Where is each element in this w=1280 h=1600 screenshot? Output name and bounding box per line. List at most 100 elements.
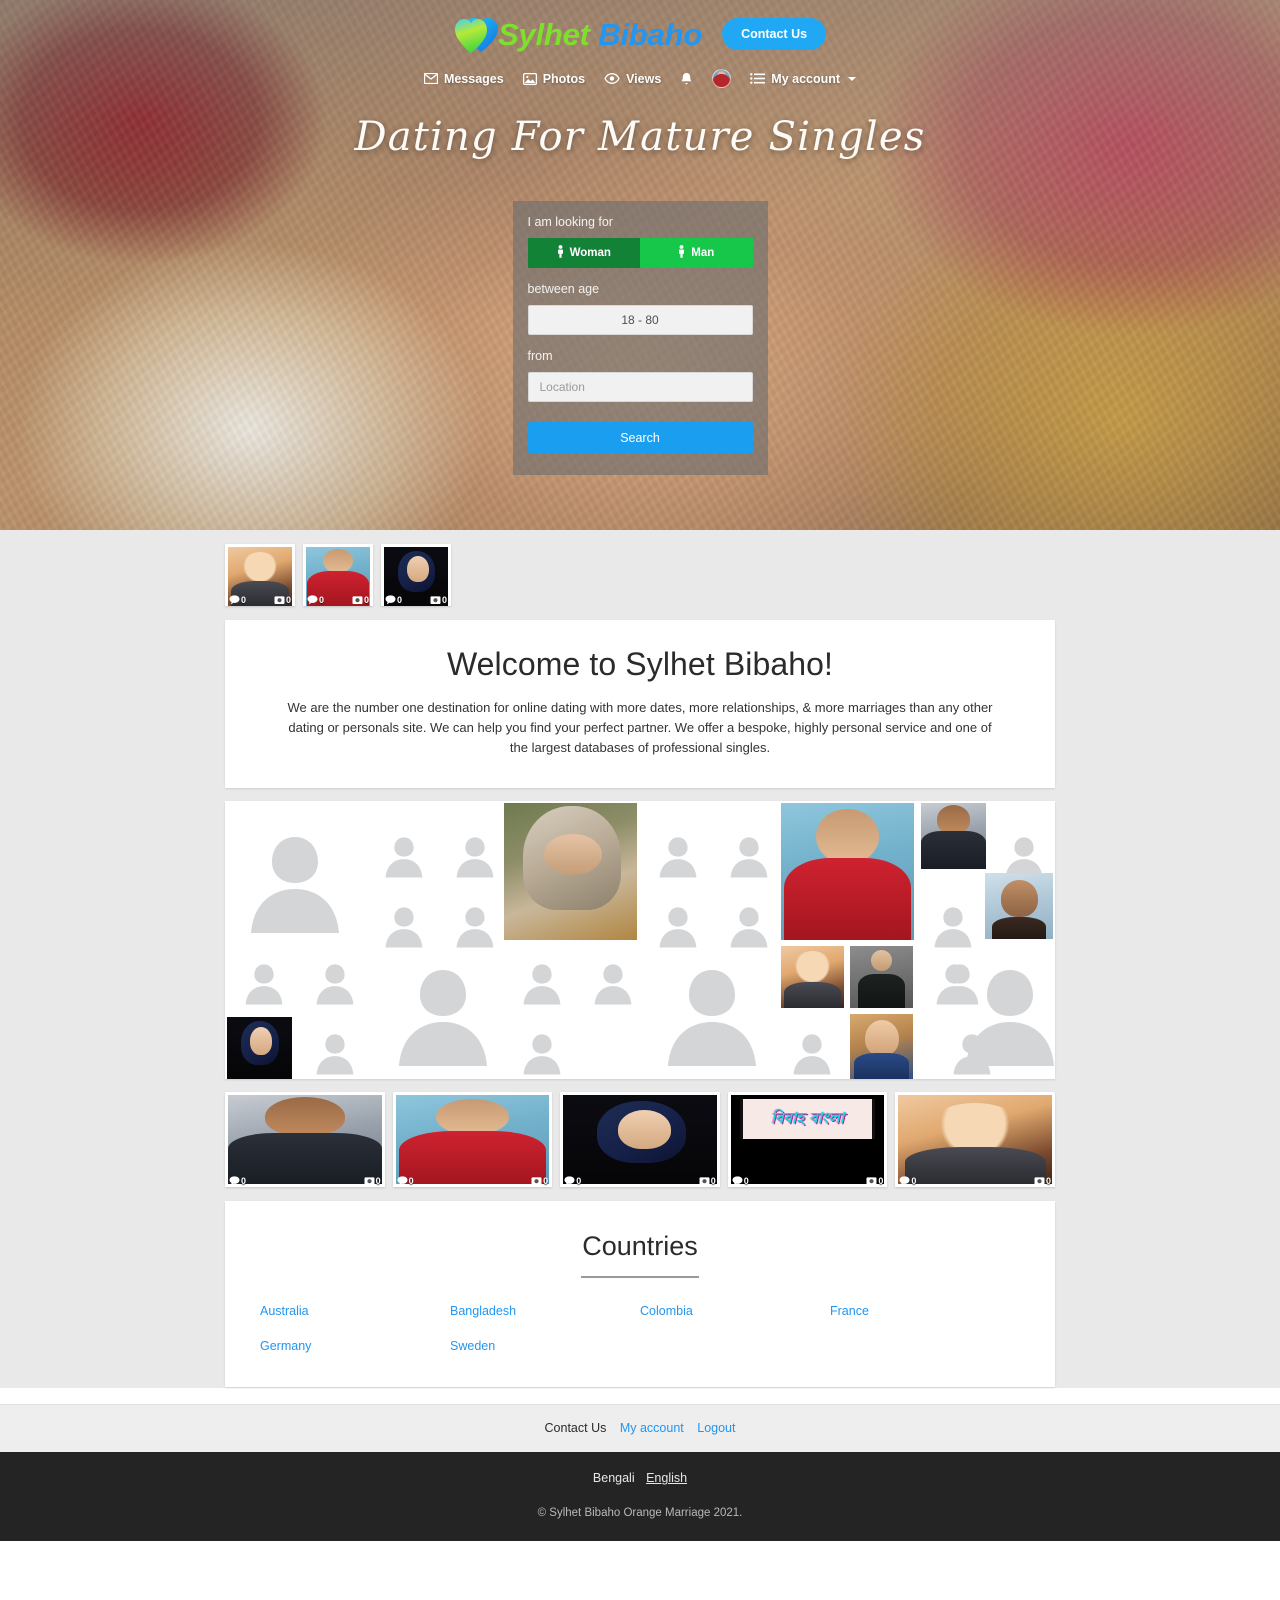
comment-count-badge: 0 (732, 1176, 749, 1186)
thumb-card[interactable]: 0 0 (225, 544, 295, 606)
welcome-paragraph: We are the number one destination for on… (287, 700, 993, 756)
photo-count-badge: 0 (531, 1176, 548, 1186)
placeholder-avatar-icon (960, 961, 1055, 1073)
photo-count: 0 (441, 595, 447, 605)
comment-count-badge: 0 (564, 1176, 581, 1186)
envelope-icon (423, 73, 438, 84)
placeholder-avatar-icon (521, 1031, 563, 1077)
chevron-down-icon (848, 76, 857, 81)
camera-icon (364, 1177, 375, 1186)
placeholder-avatar-icon (243, 961, 285, 1007)
nav-label-messages: Messages (443, 71, 504, 86)
banner-text: বিবাহ বাংলা (771, 1108, 845, 1127)
placeholder-avatar-icon (314, 961, 356, 1007)
contact-us-button[interactable]: Contact Us (722, 18, 827, 50)
welcome-card: Welcome to Sylhet Bibaho! We are the num… (225, 620, 1055, 789)
member-photo[interactable] (850, 946, 913, 1009)
member-mosaic (225, 801, 1055, 1080)
nav-item-notifications[interactable] (680, 72, 693, 86)
gender-man-button[interactable]: Man (640, 238, 753, 268)
country-link-sweden[interactable]: Sweden (450, 1339, 640, 1353)
nav-item-messages[interactable]: Messages (423, 71, 504, 86)
member-photo[interactable] (781, 946, 844, 1009)
countries-heading: Countries (582, 1231, 698, 1262)
from-label: from (527, 349, 553, 363)
country-link-australia[interactable]: Australia (260, 1304, 450, 1318)
nav-item-my-account[interactable]: My account (750, 72, 857, 86)
placeholder-avatar-icon (521, 961, 563, 1007)
welcome-heading: Welcome to Sylhet Bibaho! (446, 646, 834, 682)
photo-badges: 0 0 (228, 595, 292, 606)
user-avatar[interactable] (712, 69, 732, 88)
photo-count: 0 (878, 1176, 884, 1187)
gender-woman-label: Woman (569, 247, 611, 259)
member-photo[interactable] (985, 873, 1053, 940)
age-range-input[interactable]: 18 - 80 (527, 305, 753, 335)
language-english[interactable]: English (646, 1471, 687, 1485)
nav-item-views[interactable]: Views (604, 72, 661, 86)
photo-count-badge: 0 (699, 1176, 716, 1186)
country-link-germany[interactable]: Germany (260, 1339, 450, 1353)
thumb-card[interactable]: 0 0 (303, 544, 373, 606)
camera-icon (352, 596, 363, 604)
photo-badges: 0 0 (563, 1176, 717, 1187)
photo-badges: 0 0 (731, 1176, 885, 1187)
site-logo[interactable]: Sylhet Bibaho (454, 13, 702, 55)
copyright-text: © Sylhet Bibaho Orange Marriage 2021. (537, 1507, 743, 1520)
country-link-colombia[interactable]: Colombia (640, 1304, 830, 1318)
photo-count: 0 (1045, 1176, 1051, 1187)
photo-card[interactable]: 0 0 (560, 1092, 720, 1188)
nav-item-photos[interactable]: Photos (522, 71, 586, 86)
member-photo (228, 1095, 382, 1185)
featured-photos-row: 0 0 0 0 0 0 বিবাহ বাংলা 0 0 0 0 (225, 1092, 1055, 1188)
hamburger-icon (750, 73, 766, 84)
location-input[interactable] (527, 372, 753, 402)
photo-count-badge: 0 (430, 595, 447, 605)
comment-count: 0 (241, 1176, 247, 1187)
member-photo[interactable] (227, 1017, 292, 1080)
recent-members-strip: 0 0 0 0 0 0 (225, 530, 1055, 606)
comment-count: 0 (743, 1176, 749, 1187)
photo-count-badge: 0 (1034, 1176, 1051, 1186)
country-link-france[interactable]: France (830, 1304, 1020, 1318)
footer-links-bar: Contact Us My account Logout (0, 1404, 1280, 1453)
hero-title: Dating For Mature Singles (354, 114, 926, 160)
photo-card[interactable]: বিবাহ বাংলা 0 0 (727, 1092, 888, 1188)
thumb-card[interactable]: 0 0 (381, 544, 451, 606)
camera-icon (699, 1177, 710, 1186)
photo-card[interactable]: 0 0 (392, 1092, 553, 1188)
gender-woman-button[interactable]: Woman (527, 238, 640, 268)
nav-label-photos: Photos (542, 71, 586, 86)
camera-icon (274, 596, 285, 604)
placeholder-avatar-icon (454, 834, 496, 880)
photo-card[interactable]: 0 0 (895, 1092, 1055, 1188)
member-photo[interactable] (921, 803, 986, 870)
camera-icon (1034, 1177, 1045, 1186)
member-photo[interactable] (504, 803, 637, 941)
comment-icon (732, 1176, 743, 1186)
hero-section: Sylhet Bibaho Contact Us Messages Photos… (0, 0, 1280, 530)
heart-logo-icon (454, 13, 500, 55)
footer-link-my-account[interactable]: My account (620, 1421, 684, 1435)
photo-card[interactable]: 0 0 (225, 1092, 385, 1188)
member-photo[interactable] (850, 1014, 913, 1080)
member-photo[interactable] (781, 803, 914, 941)
gender-man-label: Man (691, 247, 715, 259)
gender-toggle-group: Woman Man (527, 238, 753, 268)
footer-link-logout[interactable]: Logout (697, 1421, 735, 1435)
camera-icon (430, 596, 441, 604)
comment-count-badge: 0 (899, 1176, 916, 1186)
main-content: 0 0 0 0 0 0 Welcome to Sylhet Bibaho! We… (0, 530, 1280, 1389)
banner-plate: বিবাহ বাংলা (740, 1099, 876, 1140)
footer-link-contact-us[interactable]: Contact Us (545, 1421, 607, 1435)
page-root: Sylhet Bibaho Contact Us Messages Photos… (0, 0, 1280, 1542)
camera-icon (531, 1177, 542, 1186)
language-bengali[interactable]: Bengali (593, 1471, 635, 1485)
photo-badges: 0 0 (228, 1176, 382, 1187)
search-button[interactable]: Search (527, 422, 753, 453)
photo-count-badge: 0 (352, 595, 369, 605)
photo-count: 0 (285, 595, 291, 605)
placeholder-avatar-icon (383, 834, 425, 880)
country-link-bangladesh[interactable]: Bangladesh (450, 1304, 640, 1318)
language-switcher: Bengali English (0, 1471, 1280, 1485)
